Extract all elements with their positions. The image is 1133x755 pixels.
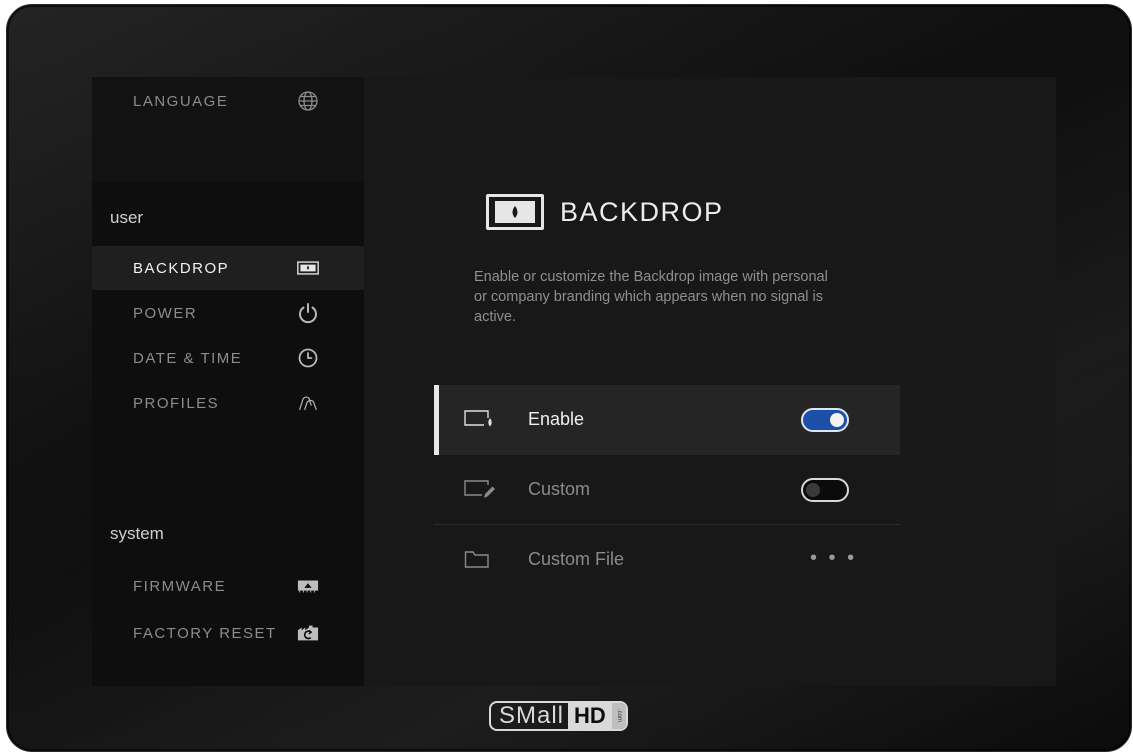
sidebar-item-label: BACKDROP bbox=[133, 259, 230, 277]
system-section-label: system bbox=[110, 524, 164, 543]
setting-row-custom[interactable]: Custom bbox=[434, 455, 900, 525]
sidebar-item-profiles[interactable]: PROFILES bbox=[92, 381, 364, 425]
sidebar-item-date-time[interactable]: DATE & TIME bbox=[92, 336, 364, 380]
logo-com-text: .com bbox=[611, 703, 626, 729]
smallhd-logo: SMall HD .com bbox=[489, 699, 665, 733]
power-icon bbox=[297, 302, 319, 324]
backdrop-icon bbox=[297, 257, 319, 279]
setting-row-custom-file[interactable]: Custom File • • • bbox=[434, 525, 900, 595]
settings-sidebar: LANGUAGE user BACKDROP POWER DATE & TIME… bbox=[92, 77, 364, 686]
backdrop-icon bbox=[486, 194, 544, 230]
page-description: Enable or customize the Backdrop image w… bbox=[474, 269, 828, 325]
folder-icon bbox=[464, 549, 496, 571]
sidebar-item-power[interactable]: POWER bbox=[92, 291, 364, 335]
setting-label: Enable bbox=[528, 409, 585, 429]
globe-icon bbox=[297, 90, 319, 112]
toggle-knob bbox=[830, 413, 844, 427]
setting-row-enable[interactable]: Enable bbox=[434, 385, 900, 455]
selection-indicator bbox=[434, 385, 439, 455]
more-options-button[interactable]: • • • bbox=[810, 547, 857, 570]
user-section-label: user bbox=[110, 208, 144, 227]
enable-toggle[interactable] bbox=[801, 408, 849, 432]
settings-screen: LANGUAGE user BACKDROP POWER DATE & TIME… bbox=[92, 77, 1056, 686]
toggle-knob bbox=[806, 483, 820, 497]
logo-hd-text: HD bbox=[568, 703, 612, 729]
language-block: LANGUAGE bbox=[92, 77, 364, 182]
user-block: user BACKDROP POWER DATE & TIME PROFILES bbox=[92, 182, 364, 450]
sidebar-item-label: FIRMWARE bbox=[133, 577, 227, 595]
custom-toggle[interactable] bbox=[801, 478, 849, 502]
sidebar-item-label: FACTORY RESET bbox=[133, 624, 277, 642]
logo-small-text: SMall bbox=[499, 702, 565, 729]
backdrop-panel: BACKDROP Enable or customize the Backdro… bbox=[364, 77, 1056, 686]
setting-label: Custom bbox=[528, 479, 591, 499]
profiles-icon bbox=[297, 392, 319, 414]
sidebar-item-backdrop[interactable]: BACKDROP bbox=[92, 246, 364, 290]
custom-edit-icon bbox=[464, 479, 496, 501]
sidebar-item-label: DATE & TIME bbox=[133, 349, 243, 367]
sidebar-item-firmware[interactable]: FIRMWARE bbox=[92, 564, 364, 608]
system-block: system FIRMWARE FACTORY RESET bbox=[92, 450, 364, 686]
logo-box: SMall HD .com bbox=[489, 701, 628, 731]
sidebar-item-label: POWER bbox=[133, 304, 198, 322]
sidebar-item-label: LANGUAGE bbox=[133, 92, 229, 110]
firmware-icon bbox=[297, 575, 319, 597]
page-title: BACKDROP bbox=[560, 196, 724, 227]
page-header: BACKDROP bbox=[486, 194, 724, 230]
clock-icon bbox=[297, 347, 319, 369]
enable-backdrop-icon bbox=[464, 409, 496, 431]
setting-label: Custom File bbox=[528, 549, 625, 569]
sidebar-item-label: PROFILES bbox=[133, 394, 220, 412]
factory-reset-icon bbox=[297, 622, 319, 644]
sidebar-item-factory-reset[interactable]: FACTORY RESET bbox=[92, 611, 364, 655]
sidebar-item-language[interactable]: LANGUAGE bbox=[92, 79, 364, 123]
